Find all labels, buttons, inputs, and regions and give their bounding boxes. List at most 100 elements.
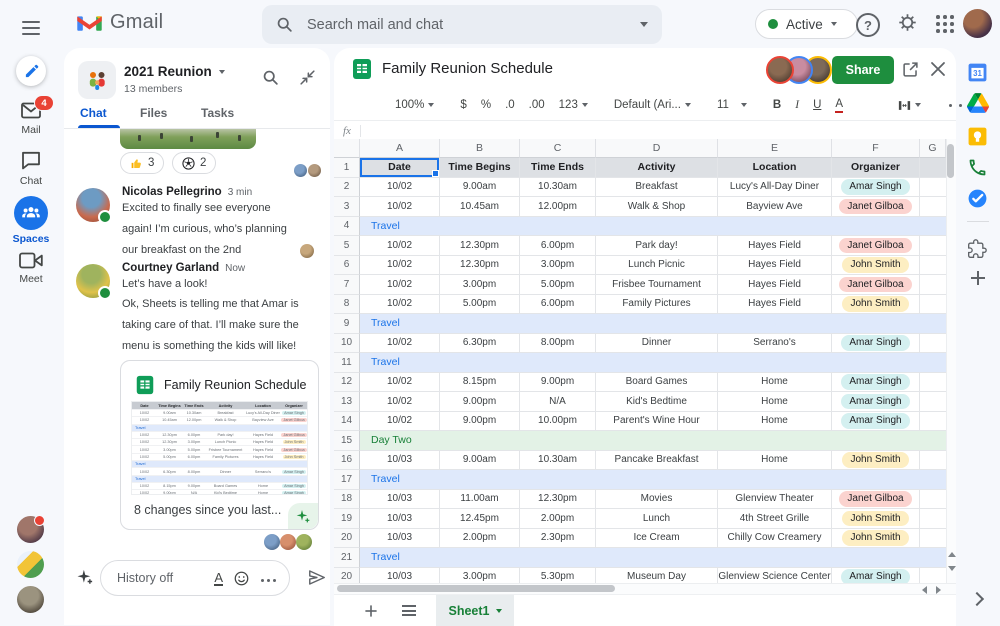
cell[interactable]: Home — [718, 450, 832, 470]
tab-files[interactable]: Files — [140, 106, 167, 120]
reaction-thumbs-up[interactable]: 3 — [120, 152, 165, 174]
share-button[interactable]: Share — [832, 56, 894, 84]
italic-button[interactable]: I — [795, 99, 799, 111]
cell[interactable]: Museum Day — [596, 567, 718, 583]
more-options-icon[interactable] — [259, 569, 277, 587]
cell[interactable]: Amar Singh — [832, 411, 920, 431]
row-number[interactable]: 13 — [334, 392, 360, 412]
sheet-tab-sheet1[interactable]: Sheet1 — [436, 595, 514, 626]
cell[interactable]: John Smith — [832, 255, 920, 275]
increase-decimal-button[interactable]: .00 — [529, 99, 545, 111]
horizontal-scrollbar-thumb[interactable] — [337, 585, 615, 592]
cell[interactable]: 8.00pm — [520, 333, 596, 353]
send-icon[interactable] — [307, 568, 326, 587]
cell[interactable]: 10/03 — [360, 528, 440, 548]
all-sheets-icon[interactable] — [402, 603, 416, 619]
cell[interactable]: 10/02 — [360, 294, 440, 314]
row-number[interactable]: 18 — [334, 489, 360, 509]
main-menu-icon[interactable] — [22, 17, 40, 39]
row-number[interactable]: 14 — [334, 411, 360, 431]
scroll-right-icon[interactable] — [936, 586, 941, 594]
scroll-left-icon[interactable] — [922, 586, 927, 594]
cell[interactable] — [920, 412, 946, 431]
column-header-f[interactable]: F — [832, 139, 920, 158]
font-size-select[interactable]: 11 — [717, 99, 747, 111]
cell[interactable]: 10/02 — [360, 275, 440, 295]
row-number[interactable]: 5 — [334, 236, 360, 256]
close-icon[interactable] — [930, 61, 946, 77]
cell[interactable]: 10.00pm — [520, 411, 596, 431]
row-number[interactable]: 19 — [334, 509, 360, 529]
cell[interactable]: Location — [718, 158, 832, 178]
cell[interactable]: 9.00pm — [520, 372, 596, 392]
row-number[interactable]: 6 — [334, 255, 360, 275]
cell[interactable]: Janet Gilboa — [832, 489, 920, 509]
format-percent-button[interactable]: % — [481, 99, 491, 111]
cell[interactable]: 2.00pm — [440, 528, 520, 548]
cell[interactable] — [920, 392, 946, 412]
cell[interactable]: John Smith — [832, 528, 920, 548]
cell[interactable]: 10/03 — [360, 489, 440, 509]
chat-bubble-icon[interactable] — [21, 151, 41, 170]
decrease-decimal-button[interactable]: .0 — [505, 99, 515, 111]
cell[interactable]: Time Ends — [520, 158, 596, 178]
status-selector[interactable]: Active — [755, 9, 858, 39]
row-number[interactable]: 4 — [334, 216, 360, 236]
cell[interactable]: Amar Singh — [832, 177, 920, 197]
sidebar-item-mail[interactable]: Mail — [0, 124, 62, 136]
cell[interactable] — [920, 295, 946, 314]
cell[interactable]: Hayes Field — [718, 236, 832, 256]
cell[interactable]: Chilly Cow Creamery — [718, 528, 832, 548]
cell[interactable]: Time Begins — [440, 158, 520, 178]
cell[interactable]: Pancake Breakfast — [596, 450, 718, 470]
band-cell[interactable]: Travel — [360, 353, 946, 373]
cell[interactable]: 6.00pm — [520, 294, 596, 314]
sheets-file-card[interactable]: Family Reunion Schedule Date Time Begins T… — [120, 360, 319, 530]
cell[interactable]: Bayview Ave — [718, 197, 832, 217]
vertical-scrollbar-thumb[interactable] — [947, 144, 954, 178]
cell[interactable]: 10/03 — [360, 509, 440, 529]
compose-button[interactable] — [16, 56, 46, 86]
cell[interactable]: 12.30pm — [440, 255, 520, 275]
emoji-icon[interactable] — [234, 571, 249, 586]
row-number[interactable]: 12 — [334, 372, 360, 392]
cell[interactable] — [920, 178, 946, 197]
cell[interactable]: 10/02 — [360, 197, 440, 217]
cell[interactable]: Organizer — [832, 158, 920, 178]
cell[interactable]: Walk & Shop — [596, 197, 718, 217]
reaction-soccer-ball[interactable]: 2 — [172, 152, 217, 174]
cell[interactable] — [920, 509, 946, 529]
cell[interactable]: Kid's Bedtime — [596, 392, 718, 412]
settings-gear-icon[interactable] — [897, 12, 918, 33]
chat-search-icon[interactable] — [262, 69, 279, 86]
column-header-b[interactable]: B — [440, 139, 520, 158]
account-avatar[interactable] — [963, 9, 992, 38]
row-number[interactable]: 20 — [334, 528, 360, 548]
bold-button[interactable]: B — [773, 99, 781, 111]
space-title[interactable]: 2021 Reunion — [124, 64, 225, 79]
band-cell[interactable]: Travel — [360, 548, 946, 568]
search-input[interactable]: Search mail and chat — [262, 5, 662, 44]
sidebar-item-spaces-active[interactable] — [14, 196, 48, 230]
help-icon[interactable]: ? — [856, 13, 880, 37]
corner-cell[interactable] — [334, 139, 360, 158]
cell[interactable]: 5.00pm — [520, 275, 596, 295]
row-number[interactable]: 20 — [334, 567, 360, 583]
cell[interactable]: Dinner — [596, 333, 718, 353]
cell[interactable]: 9.00am — [440, 450, 520, 470]
cell[interactable]: Home — [718, 392, 832, 412]
row-number[interactable]: 10 — [334, 333, 360, 353]
scroll-down-icon[interactable] — [948, 566, 956, 571]
cell[interactable] — [920, 451, 946, 470]
merge-cells-button[interactable] — [897, 98, 922, 113]
cell[interactable]: Amar Singh — [832, 372, 920, 392]
cell[interactable]: John Smith — [832, 450, 920, 470]
band-cell[interactable]: Travel — [360, 314, 946, 334]
cell[interactable]: Home — [718, 372, 832, 392]
formula-bar[interactable]: fx — [334, 120, 956, 141]
cell[interactable]: Frisbee Tournament — [596, 275, 718, 295]
format-text-icon[interactable]: A — [214, 571, 223, 586]
open-in-new-icon[interactable] — [902, 61, 919, 78]
band-cell[interactable]: Day Two — [360, 431, 946, 451]
scroll-up-icon[interactable] — [948, 552, 956, 557]
